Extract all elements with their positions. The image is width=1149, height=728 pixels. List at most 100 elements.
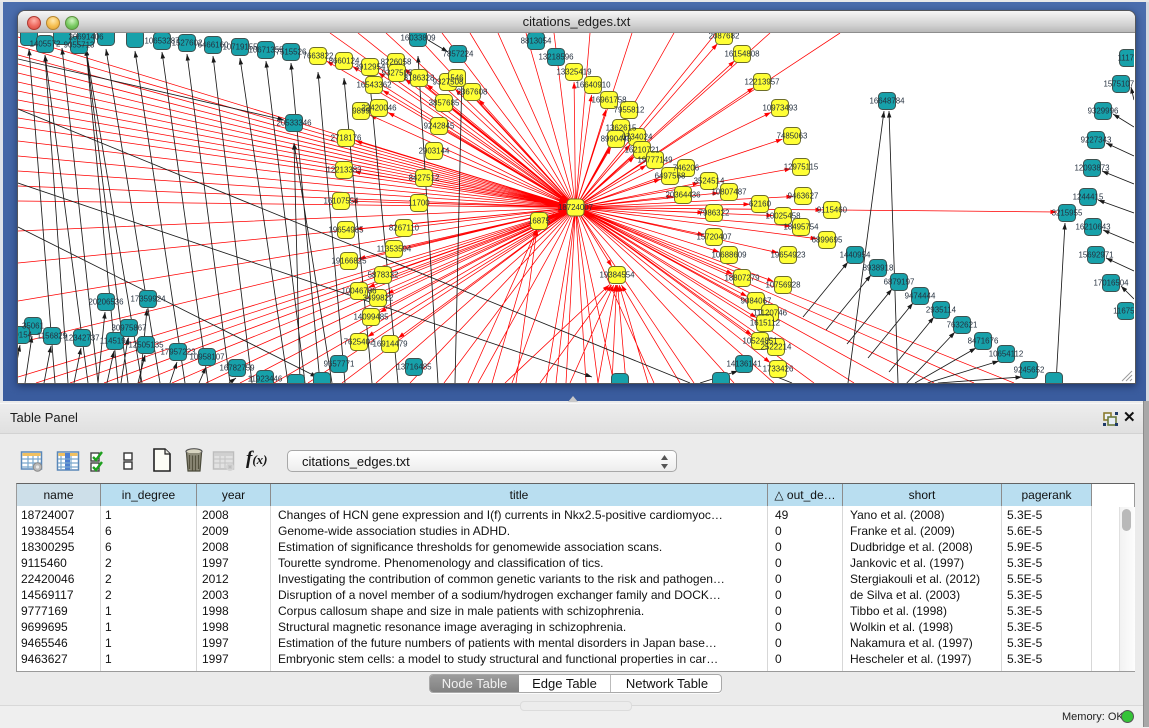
svg-text:9055713: 9055713 (64, 41, 95, 50)
svg-text:10688609: 10688609 (711, 251, 747, 260)
svg-text:16210643: 16210643 (1075, 223, 1111, 232)
svg-text:7625402: 7625402 (344, 338, 375, 347)
svg-text:12505135: 12505135 (128, 341, 164, 350)
svg-text:16154808: 16154808 (724, 50, 760, 59)
svg-text:1362615: 1362615 (606, 124, 637, 133)
svg-text:12975115: 12975115 (784, 163, 819, 172)
svg-text:2367608: 2367608 (457, 88, 488, 97)
svg-text:11353594: 11353594 (377, 245, 412, 254)
svg-text:20364436: 20364436 (665, 191, 701, 200)
svg-text:7955812: 7955812 (614, 106, 645, 115)
svg-text:18807279: 18807279 (724, 274, 760, 283)
svg-text:10756928: 10756928 (765, 281, 801, 290)
svg-text:19654923: 19654923 (770, 251, 806, 260)
svg-text:8267110: 8267110 (389, 224, 420, 233)
svg-text:546: 546 (450, 74, 464, 83)
svg-text:16640910: 16640910 (575, 81, 611, 90)
svg-text:16648784: 16648784 (869, 97, 905, 106)
svg-text:8471676: 8471676 (968, 337, 999, 346)
svg-text:8813054: 8813054 (521, 37, 552, 46)
svg-text:35061: 35061 (22, 322, 44, 331)
svg-text:9463627: 9463627 (788, 192, 819, 201)
svg-text:1244415: 1244415 (1073, 193, 1104, 202)
svg-text:13218596: 13218596 (538, 53, 574, 62)
svg-text:3499822: 3499822 (363, 294, 394, 303)
svg-text:17016504: 17016504 (1093, 279, 1129, 288)
svg-text:10025458: 10025458 (765, 212, 801, 221)
svg-text:1733426: 1733426 (763, 365, 794, 374)
svg-text:30975867: 30975867 (111, 324, 146, 333)
svg-text:7857224: 7857224 (443, 50, 474, 59)
svg-text:20691406: 20691406 (68, 33, 104, 42)
svg-text:6879197: 6879197 (884, 278, 915, 287)
svg-text:1440954: 1440954 (840, 251, 871, 260)
svg-text:12093873: 12093873 (1074, 164, 1110, 173)
svg-text:2903144: 2903144 (419, 147, 450, 156)
svg-text:6734024: 6734024 (622, 133, 653, 142)
svg-text:19384554: 19384554 (599, 271, 635, 280)
svg-text:16210721: 16210721 (624, 146, 659, 155)
svg-text:2935114: 2935114 (926, 306, 957, 315)
svg-text:2522214: 2522214 (761, 343, 792, 352)
svg-text:1405572: 1405572 (30, 40, 61, 49)
svg-text:7485063: 7485063 (777, 132, 808, 141)
svg-text:1615112: 1615112 (750, 319, 780, 328)
svg-text:19654985: 19654985 (328, 226, 364, 235)
svg-text:5878332: 5878332 (368, 271, 399, 280)
svg-text:12342737: 12342737 (64, 334, 99, 343)
svg-text:8226058: 8226058 (381, 58, 412, 67)
svg-text:16782759: 16782759 (219, 364, 255, 373)
svg-text:3857685: 3857685 (429, 99, 460, 108)
svg-text:19166825: 19166825 (331, 257, 367, 266)
svg-text:3524514: 3524514 (694, 177, 725, 186)
svg-text:12213383: 12213383 (326, 166, 362, 175)
svg-text:14136141: 14136141 (726, 360, 761, 369)
svg-text:116753: 116753 (1113, 307, 1134, 316)
svg-text:8938918: 8938918 (863, 264, 894, 273)
svg-text:746206: 746206 (673, 164, 700, 173)
svg-text:11700: 11700 (408, 199, 430, 208)
svg-text:9227343: 9227343 (1081, 136, 1112, 145)
svg-text:16107554: 16107554 (323, 197, 359, 206)
svg-text:15692971: 15692971 (1078, 251, 1113, 260)
svg-text:15751074: 15751074 (1103, 80, 1134, 89)
svg-text:20206536: 20206536 (88, 298, 124, 307)
svg-text:16033809: 16033809 (400, 34, 436, 43)
svg-text:1156829: 1156829 (37, 332, 68, 341)
svg-text:8427512: 8427512 (409, 174, 440, 183)
svg-text:6497568: 6497568 (655, 172, 686, 181)
svg-text:20533346: 20533346 (276, 119, 312, 128)
svg-text:8186328: 8186328 (404, 74, 435, 83)
svg-text:39154: 39154 (18, 331, 33, 340)
svg-text:10654112: 10654112 (989, 350, 1024, 359)
svg-text:6899695: 6899695 (812, 236, 843, 245)
svg-text:2718176: 2718176 (331, 134, 362, 143)
svg-text:9245652: 9245652 (1014, 366, 1045, 375)
svg-text:9242845: 9242845 (424, 122, 455, 131)
svg-text:2087682: 2087682 (709, 33, 740, 41)
svg-text:11120746: 11120746 (753, 309, 788, 318)
svg-text:16914479: 16914479 (372, 340, 408, 349)
svg-text:12213957: 12213957 (744, 78, 779, 87)
svg-text:9899: 9899 (352, 107, 370, 116)
svg-text:18495754: 18495754 (783, 223, 819, 232)
svg-text:11923446: 11923446 (248, 375, 283, 384)
svg-text:10958107: 10958107 (189, 353, 224, 362)
svg-text:15720407: 15720407 (696, 233, 731, 242)
svg-text:9084067: 9084067 (741, 297, 772, 306)
svg-text:9657771: 9657771 (324, 360, 355, 369)
svg-text:16961758: 16961758 (591, 96, 627, 105)
svg-text:16543362: 16543362 (356, 81, 391, 90)
svg-text:9115460: 9115460 (817, 206, 848, 215)
svg-text:18724007: 18724007 (558, 203, 593, 212)
svg-text:13325419: 13325419 (556, 68, 592, 77)
svg-text:3215955: 3215955 (1052, 209, 1083, 218)
svg-text:9474444: 9474444 (905, 292, 936, 301)
svg-text:17359924: 17359924 (130, 295, 166, 304)
svg-text:16875: 16875 (528, 217, 551, 226)
svg-text:14099485: 14099485 (353, 313, 389, 322)
svg-text:13716485: 13716485 (396, 363, 432, 372)
svg-text:62160: 62160 (749, 200, 772, 209)
svg-text:1145194: 1145194 (100, 337, 131, 346)
svg-text:7632621: 7632621 (947, 321, 978, 330)
